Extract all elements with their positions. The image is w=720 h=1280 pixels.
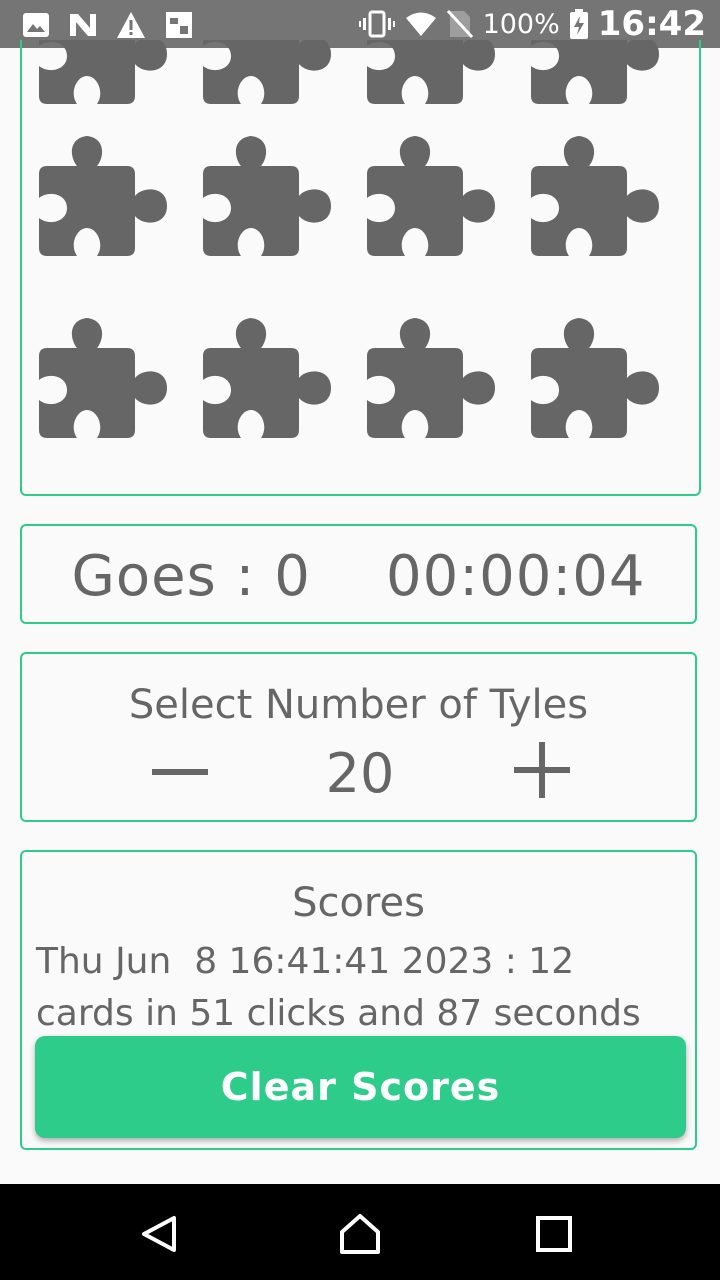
recents-button[interactable] — [532, 1212, 576, 1256]
goes-timer-panel: Goes : 0 00:00:04 — [20, 524, 697, 624]
puzzle-tile[interactable] — [181, 308, 331, 458]
puzzle-piece-icon — [39, 136, 167, 256]
back-icon — [142, 1216, 176, 1252]
minus-icon — [152, 769, 208, 775]
puzzle-tile[interactable] — [345, 126, 495, 276]
wifi-icon — [405, 12, 436, 36]
puzzle-piece-icon — [367, 318, 495, 438]
back-button[interactable] — [138, 1212, 182, 1256]
increase-tyles-button[interactable] — [512, 740, 572, 800]
puzzle-tile[interactable] — [181, 126, 331, 276]
puzzle-piece-icon — [203, 318, 331, 438]
vibrate-icon — [358, 10, 395, 38]
puzzle-board — [20, 40, 701, 496]
no-sim-icon — [446, 9, 473, 39]
warning-icon — [117, 12, 145, 38]
tyle-count-value: 20 — [325, 742, 395, 805]
score-entry: Thu Jun 8 16:41:41 2023 : 12 cards in 51… — [36, 941, 641, 1034]
puzzle-piece-icon — [39, 318, 167, 438]
recents-icon — [536, 1216, 572, 1252]
puzzle-tile[interactable] — [509, 40, 659, 124]
image-icon — [23, 13, 49, 37]
puzzle-tile[interactable] — [509, 126, 659, 276]
puzzle-piece-icon — [203, 136, 331, 256]
puzzle-piece-icon — [367, 40, 495, 104]
tyle-count-title: Select Number of Tyles — [128, 682, 589, 728]
battery-charging-icon — [569, 9, 588, 39]
puzzle-tile[interactable] — [22, 40, 167, 124]
gallery-icon — [166, 12, 192, 38]
puzzle-tile[interactable] — [345, 308, 495, 458]
scores-panel: Scores Thu Jun 8 16:41:41 2023 : 12 card… — [20, 850, 697, 1150]
clear-scores-button[interactable]: Clear Scores — [35, 1036, 686, 1138]
puzzle-tile[interactable] — [181, 40, 331, 124]
home-icon — [340, 1214, 380, 1254]
puzzle-piece-icon — [531, 40, 659, 104]
puzzle-piece-icon — [39, 40, 167, 104]
n-icon — [70, 14, 96, 36]
home-button[interactable] — [338, 1212, 382, 1256]
navigation-bar — [0, 1184, 720, 1280]
puzzle-piece-icon — [367, 136, 495, 256]
puzzle-piece-icon — [203, 40, 331, 104]
puzzle-tile[interactable] — [22, 308, 167, 458]
puzzle-tile[interactable] — [345, 40, 495, 124]
goes-timer-text: Goes : 0 00:00:04 — [71, 544, 646, 609]
puzzle-tile[interactable] — [22, 126, 167, 276]
puzzle-tile[interactable] — [509, 308, 659, 458]
puzzle-piece-icon — [531, 136, 659, 256]
puzzle-piece-icon — [531, 318, 659, 438]
status-time: 16:42 — [597, 4, 706, 44]
scores-title: Scores — [292, 880, 425, 926]
tyle-count-panel: Select Number of Tyles 20 — [20, 652, 697, 822]
battery-percent: 100% — [482, 8, 560, 40]
decrease-tyles-button[interactable] — [150, 742, 210, 802]
plus-icon — [514, 742, 570, 798]
